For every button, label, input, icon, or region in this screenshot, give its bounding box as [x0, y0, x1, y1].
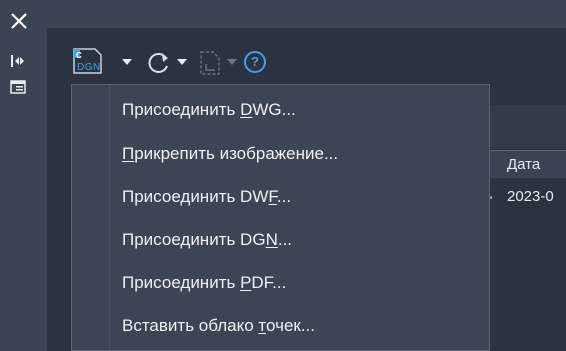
menu-item-accelerator: N — [265, 230, 278, 249]
menu-item-accelerator: П — [122, 144, 135, 163]
menu-item-accelerator: P — [240, 273, 252, 292]
help-glyph: ? — [251, 54, 259, 69]
menu-item-text: Присоединить DG — [122, 230, 266, 249]
palette-title-bar — [47, 0, 566, 28]
menu-item-text: Присоединить — [122, 100, 241, 119]
column-header-date-label: Дата — [507, 156, 541, 173]
menu-item-text: очек... — [266, 316, 315, 335]
attach-button-label: DGN — [77, 62, 101, 73]
refresh-dropdown-arrow-icon[interactable] — [176, 58, 188, 66]
menu-item-text: ... — [276, 187, 292, 206]
help-icon[interactable]: ? — [244, 51, 266, 73]
menu-item-text: Присоединить — [122, 273, 241, 292]
menu-item-text: ... — [277, 230, 293, 249]
menu-item-accelerator: F — [268, 187, 277, 206]
menu-item-text: рикрепить изображение... — [134, 144, 339, 163]
collapse-panel-icon[interactable] — [10, 54, 26, 68]
close-icon[interactable] — [10, 12, 28, 30]
menu-item-text: Присоединить DW — [122, 187, 269, 206]
attach-icon-badge: C — [76, 51, 82, 60]
menu-item-text: DF... — [251, 273, 287, 292]
menu-item-attach-dgn[interactable]: Присоединить DGN... — [111, 219, 489, 261]
attach-dgn-button[interactable]: C DGN — [71, 45, 105, 77]
menu-item-accelerator: т — [258, 316, 266, 335]
menu-icon-gutter — [72, 85, 110, 350]
refresh-icon[interactable] — [146, 52, 172, 74]
menu-item-attach-image[interactable]: Прикрепить изображение... — [111, 133, 489, 175]
menu-item-attach-dwf[interactable]: Присоединить DWF... — [111, 176, 489, 218]
menu-item-attach-pdf[interactable]: Присоединить PDF... — [111, 262, 489, 304]
menu-item-insert-point-cloud[interactable]: Вставить облако точек... — [111, 305, 489, 347]
change-path-dropdown-arrow-icon[interactable] — [226, 58, 238, 66]
change-path-icon[interactable] — [198, 50, 222, 76]
attach-dropdown-menu: Присоединить DWG... Прикрепить изображен… — [71, 84, 490, 351]
table-cell-date[interactable]: 2023-0 — [507, 188, 554, 205]
menu-item-attach-dwg[interactable]: Присоединить DWG... — [111, 89, 489, 131]
properties-icon[interactable] — [10, 80, 26, 94]
attach-dropdown-arrow-icon[interactable] — [121, 58, 133, 66]
menu-item-text: Вставить облако — [122, 316, 259, 335]
menu-item-text: WG... — [252, 100, 296, 119]
left-rail — [0, 0, 47, 351]
menu-item-accelerator: D — [240, 100, 253, 119]
column-header-date[interactable]: Дата — [489, 150, 566, 178]
panel-section-band — [489, 105, 566, 149]
